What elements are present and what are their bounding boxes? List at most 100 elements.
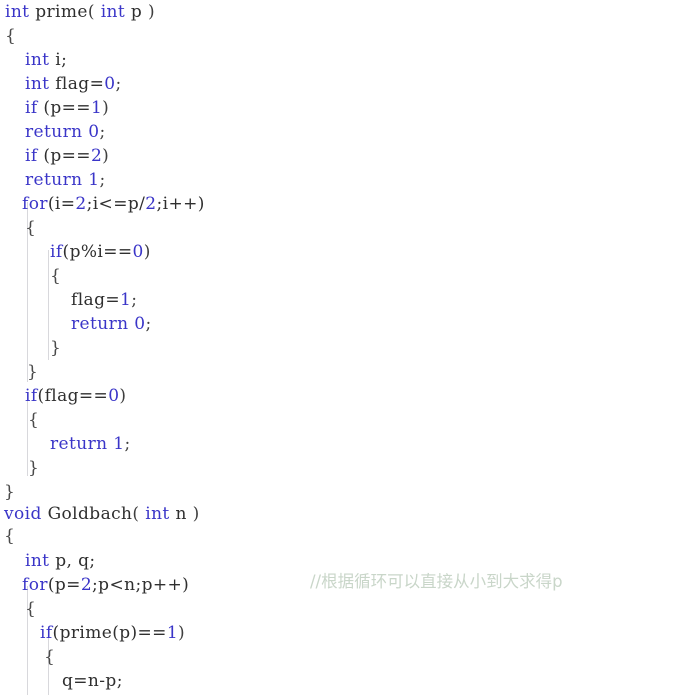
code-token-punc: ( (87, 2, 101, 22)
code-token-id: (p== (37, 98, 91, 118)
code-line[interactable]: flag=1; (71, 288, 137, 312)
code-token-brace: } (27, 362, 39, 382)
code-token-num: 0 (134, 314, 146, 334)
code-token-num: 0 (132, 242, 144, 262)
code-token-kw: void (4, 504, 42, 524)
code-token-id: ;i<=p/ (86, 194, 146, 214)
code-line[interactable]: int flag=0; (25, 72, 122, 96)
code-token-punc: ) (119, 386, 127, 406)
code-token-kw: return (71, 314, 129, 334)
code-token-kw: return (50, 434, 108, 454)
indent-guide (48, 250, 49, 360)
code-token-id: (i= (47, 194, 76, 214)
code-token-kw: int (145, 504, 170, 524)
code-token-id: (prime(p)== (52, 623, 167, 643)
code-line[interactable]: } (50, 336, 61, 360)
code-line[interactable]: { (25, 597, 36, 621)
code-token-id: ;i++) (156, 194, 205, 214)
code-token-kw: return (25, 170, 83, 190)
code-line[interactable]: { (50, 264, 61, 288)
code-token-id: q=n-p; (62, 671, 123, 691)
code-token-brace: { (25, 599, 37, 619)
code-line[interactable]: { (25, 216, 36, 240)
code-line[interactable]: return 0; (71, 312, 152, 336)
code-token-kw: return (25, 122, 83, 142)
code-token-id: n (169, 504, 193, 524)
code-token-num: 1 (113, 434, 125, 454)
code-token-id: prime (29, 2, 88, 22)
code-token-id: p (125, 2, 149, 22)
code-token-brace: { (50, 266, 62, 286)
code-token-id: (p%i== (62, 242, 133, 262)
code-token-num: 1 (166, 623, 179, 643)
code-comment: //根据循环可以直接从小到大求得p (310, 572, 563, 591)
code-editor[interactable]: int prime( int p ){int i; int flag=0; if (… (0, 0, 691, 695)
code-line[interactable]: if(p%i==0) (50, 240, 151, 264)
code-token-punc: ( (132, 504, 146, 524)
code-line[interactable]: return 1; (25, 168, 106, 192)
code-line[interactable]: for(i=2;i<=p/2;i++) (22, 192, 205, 216)
code-token-kw: if (40, 623, 53, 643)
code-line[interactable]: { (28, 408, 39, 432)
code-line[interactable]: if(flag==0) (25, 384, 126, 408)
code-token-id: p, q; (49, 551, 96, 571)
code-line[interactable]: { (4, 524, 15, 548)
code-token-num: 1 (120, 290, 132, 310)
code-line[interactable]: if (p==1) (25, 96, 109, 120)
code-token-brace: { (28, 410, 40, 430)
code-token-num: 0 (104, 74, 116, 94)
code-line[interactable]: int p, q; (25, 549, 96, 573)
code-token-id: ;p<n;p++) (92, 575, 190, 595)
code-token-kw: int (5, 2, 30, 22)
code-token-kw: if (25, 386, 38, 406)
code-token-brace: } (28, 458, 40, 478)
code-token-id: Goldbach (41, 504, 133, 524)
code-line[interactable]: } (4, 480, 15, 504)
code-token-kw: int (25, 551, 50, 571)
code-line[interactable]: } (28, 456, 39, 480)
code-token-punc: ; (124, 434, 131, 454)
code-token-brace: { (44, 647, 56, 667)
code-token-brace: } (4, 482, 16, 502)
code-line[interactable]: q=n-p; (62, 669, 123, 693)
code-token-kw: for (22, 194, 48, 214)
code-token-punc: ) (143, 242, 151, 262)
code-token-num: 2 (80, 575, 93, 595)
code-line[interactable]: } (27, 360, 38, 384)
code-token-brace: { (4, 526, 16, 546)
code-token-id: (p== (37, 146, 91, 166)
code-line[interactable]: return 1; (50, 432, 131, 456)
code-token-kw: for (22, 575, 48, 595)
code-token-punc: ; (99, 170, 106, 190)
code-token-brace: } (50, 338, 62, 358)
code-token-kw: if (25, 98, 38, 118)
code-token-brace: { (25, 218, 37, 238)
code-line[interactable]: if (p==2) (25, 144, 109, 168)
code-token-punc: ) (192, 504, 200, 524)
code-token-punc: ; (131, 290, 138, 310)
code-token-id: i; (49, 50, 68, 70)
code-token-num: 0 (88, 122, 100, 142)
code-token-num: 2 (75, 194, 87, 214)
code-token-num: 2 (90, 146, 103, 166)
code-line[interactable]: int i; (25, 48, 67, 72)
code-token-num: 1 (90, 98, 103, 118)
code-token-kw: if (50, 242, 63, 262)
code-token-kw: int (25, 50, 50, 70)
code-token-kw: int (25, 74, 50, 94)
code-line[interactable]: { (44, 645, 55, 669)
code-token-punc: ) (102, 146, 110, 166)
code-token-id: (flag== (37, 386, 109, 406)
code-token-kw: int (100, 2, 126, 22)
code-token-kw: if (25, 146, 38, 166)
code-line[interactable]: if(prime(p)==1) (40, 621, 185, 645)
code-line[interactable]: void Goldbach( int n ) (4, 502, 200, 526)
code-token-id: flag= (49, 74, 105, 94)
code-token-num: 1 (88, 170, 100, 190)
code-line[interactable]: int prime( int p ) (5, 0, 155, 24)
code-line[interactable]: return 0; (25, 120, 106, 144)
code-line[interactable]: for(p=2;p<n;p++) (22, 573, 189, 597)
code-token-punc: ) (102, 98, 110, 118)
code-line[interactable]: { (5, 24, 16, 48)
code-token-punc: ) (148, 2, 156, 22)
